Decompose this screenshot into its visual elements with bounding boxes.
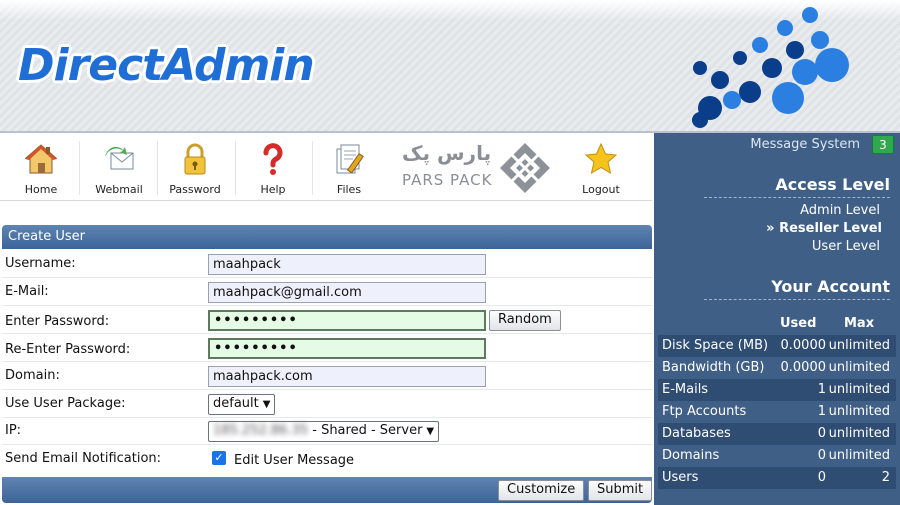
chevron-down-icon: ▼ [426,426,435,437]
random-password-button[interactable]: Random [489,310,561,331]
toolbar-help[interactable]: Help [234,135,312,201]
question-icon [263,143,283,175]
password-row: Enter Password: ••••••••• Random [2,306,652,334]
username-input[interactable]: maahpack [208,254,486,275]
domain-row: Domain: maahpack.com [2,362,652,390]
notify-row: Send Email Notification: ✓ Edit User Mes… [5,451,355,468]
repassword-row: Re-Enter Password: ••••••••• [2,334,652,362]
chevron-down-icon: ▼ [262,399,271,410]
account-row: Bandwidth (GB) 0.0000 unlimited [662,360,890,375]
ip-row: IP: 185.252.86.35 - Shared - Server ▼ [2,417,652,445]
form-footer: Customize Submit [2,477,653,503]
toolbar-home[interactable]: Home [2,135,80,201]
password-input[interactable]: ••••••••• [208,310,486,331]
toolbar-webmail[interactable]: Webmail [80,135,158,201]
parspack-diamond-icon [500,143,550,193]
admin-level-link[interactable]: Admin Level [800,203,880,218]
package-select[interactable]: default ▼ [208,394,276,415]
account-row: Disk Space (MB) 0.0000 unlimited [658,335,896,357]
create-user-title: Create User [2,225,652,249]
files-icon [336,144,364,174]
your-account-title: Your Account [771,277,890,296]
parspack-logo: پارس پک PARS PACK [402,139,552,197]
email-row: E-Mail: maahpack@gmail.com [2,278,652,306]
padlock-icon [184,143,206,175]
mail-icon [105,146,134,170]
ip-select[interactable]: 185.252.86.35 - Shared - Server ▼ [208,421,440,442]
directadmin-logo[interactable]: DirectAdmin [18,40,315,91]
toolbar-password[interactable]: Password [156,135,234,201]
account-row: Domains 0 unlimited [662,448,890,463]
message-count-badge[interactable]: 3 [872,135,894,154]
ip-address: 185.252.86.35 [213,423,309,438]
message-system-link[interactable]: Message System [750,137,860,152]
house-icon [24,144,58,174]
sidebar: Message System 3 Access Level Admin Leve… [654,133,900,505]
decorative-dots [692,7,849,128]
toolbar-files[interactable]: Files [310,135,388,201]
user-level-link[interactable]: User Level [812,239,880,254]
access-level-title: Access Level [775,175,890,194]
toolbar-logout[interactable]: Logout [562,135,640,201]
email-input[interactable]: maahpack@gmail.com [208,282,486,303]
customize-button[interactable]: Customize [498,480,585,501]
domain-input[interactable]: maahpack.com [208,366,486,387]
divider [704,197,890,198]
max-column-header: Max [844,316,875,331]
account-row: E-Mails 1 unlimited [658,379,896,401]
repassword-input[interactable]: ••••••••• [208,338,486,359]
package-row: Use User Package: default ▼ [2,390,652,418]
divider [704,299,890,300]
used-column-header: Used [780,316,817,331]
header-banner: DirectAdmin [0,0,900,133]
notify-checkbox[interactable]: ✓ [212,451,226,465]
account-row: Ftp Accounts 1 unlimited [662,404,890,419]
reseller-level-link[interactable]: » Reseller Level [766,221,882,236]
account-row: Users 0 2 [658,467,896,489]
submit-button[interactable]: Submit [588,480,653,501]
account-row: Databases 0 unlimited [658,423,896,445]
main-toolbar: Home Webmail Password Help Files Logout [0,135,652,201]
star-icon [584,142,618,175]
username-row: Username: maahpack [2,250,652,278]
